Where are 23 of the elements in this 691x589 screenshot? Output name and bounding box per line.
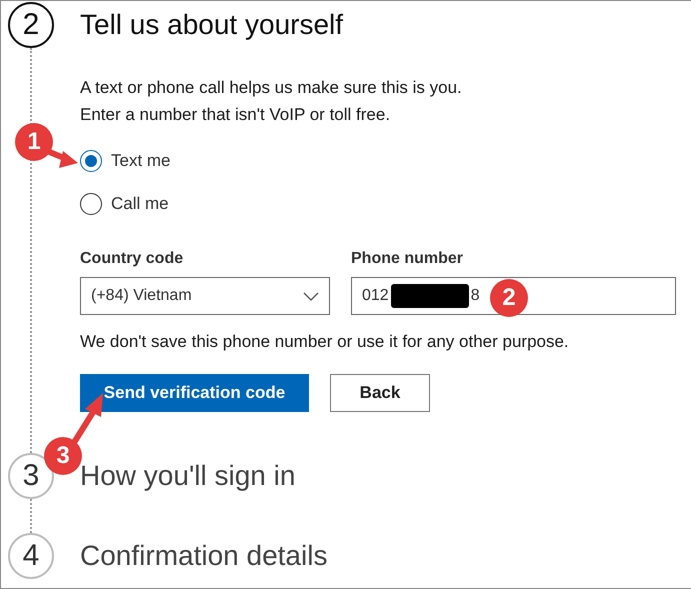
send-code-button[interactable]: Send verification code [80,374,309,412]
intro-text: Enter a number that isn't VoIP or toll free. [80,104,392,126]
back-button[interactable]: Back [330,374,430,412]
step-number: 4 [8,533,54,579]
radio-button[interactable] [80,192,102,214]
radio-label: Call me [111,194,169,214]
chevron-icon [303,292,319,300]
phone-value: 8 [470,287,480,305]
privacy-note: We don't save this phone number or use it for any other purpose. [80,331,570,353]
field-label: Country code [80,249,184,269]
step-title: Confirmation details [80,539,328,573]
phone-value: 012 [362,287,389,305]
step-title: Tell us about yourself [80,8,344,42]
field-label: Phone number [351,249,464,269]
country-select[interactable]: (+84) Vietnam [80,277,330,315]
annotation-badge: 1 [15,123,53,161]
step-number: 2 [8,2,54,48]
annotation-badge: 2 [490,279,528,317]
step-title: How you'll sign in [80,459,296,493]
annotation-badge: 3 [44,437,82,475]
radio-label: Text me [111,150,171,170]
intro-text: A text or phone call helps us make sure this is you. [80,77,463,99]
radio-button[interactable] [80,150,102,172]
